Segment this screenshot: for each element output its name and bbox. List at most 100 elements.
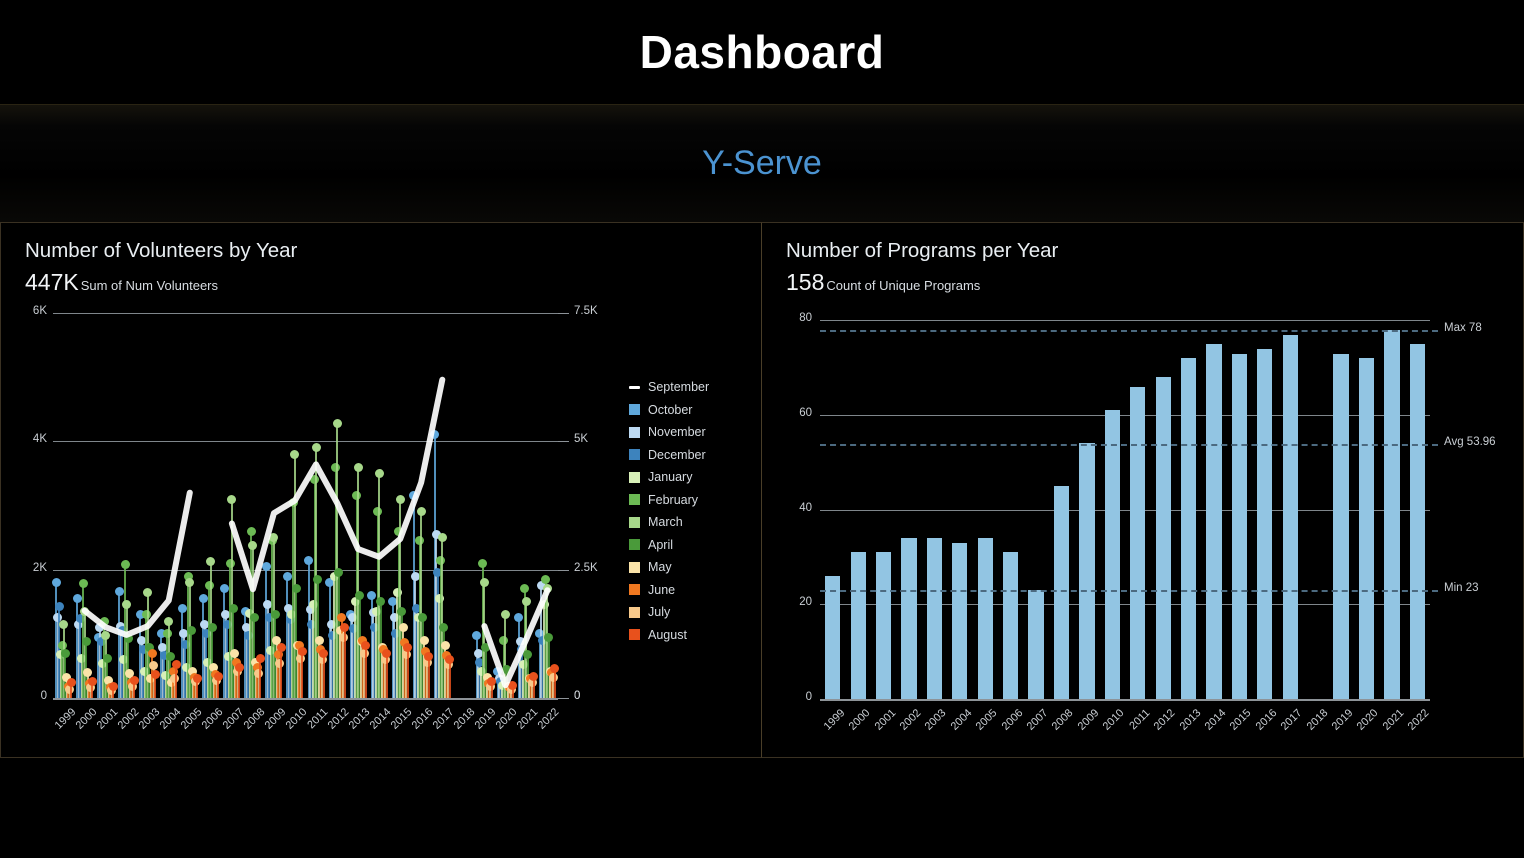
bar[interactable] [1079, 443, 1095, 699]
august-swatch-icon [629, 629, 640, 641]
bar[interactable] [850, 552, 866, 699]
reference-line [820, 329, 1438, 332]
x-axis-tick-label: 2008 [1050, 707, 1076, 733]
bar[interactable] [1282, 334, 1298, 699]
x-axis-tick-label: 2009 [1075, 707, 1102, 733]
april-swatch-icon [629, 539, 640, 551]
bar[interactable] [1206, 344, 1222, 699]
programs-plot-area[interactable]: 0 20 40 60 80 Max 78 Avg 53.96 Min 23 1999 2000 20… [762, 223, 1524, 759]
bar[interactable] [1409, 344, 1425, 699]
bar[interactable] [1028, 590, 1044, 699]
legend-label: February [648, 492, 699, 507]
x-axis-line [820, 699, 1430, 701]
reference-line [820, 590, 1438, 593]
july-swatch-icon [629, 606, 640, 618]
legend-label: November [648, 425, 706, 440]
panel-row: Number of Volunteers by Year 447K Sum of… [0, 222, 1524, 758]
programs-panel[interactable]: Number of Programs per Year 158 Count of… [762, 222, 1524, 758]
legend-item-january[interactable]: January [629, 466, 759, 489]
x-axis-tick-label: 2018 [1304, 707, 1331, 733]
legend-item-december[interactable]: December [629, 444, 759, 467]
bar[interactable] [926, 538, 942, 699]
legend-item-october[interactable]: October [629, 399, 759, 422]
x-axis-tick-label: 2021 [1380, 707, 1407, 733]
x-axis-tick-label: 2020 [1355, 707, 1381, 733]
legend-item-august[interactable]: August [629, 624, 759, 647]
legend-label: May [648, 560, 672, 575]
legend-label: March [648, 515, 683, 530]
reference-line-label: Avg 53.96 [1444, 435, 1496, 448]
may-swatch-icon [629, 561, 640, 573]
reference-line-label: Min 23 [1444, 582, 1479, 595]
legend-item-april[interactable]: April [629, 534, 759, 557]
x-axis-tick-label: 2000 [846, 707, 873, 733]
bar[interactable] [1333, 353, 1349, 699]
november-swatch-icon [629, 426, 640, 438]
x-axis-tick-label: 2019 [1329, 707, 1356, 733]
bar[interactable] [1155, 377, 1171, 699]
volunteers-legend[interactable]: September October November December January F… [629, 376, 759, 646]
legend-item-june[interactable]: June [629, 579, 759, 602]
x-axis-tick-label: 2002 [897, 707, 924, 733]
legend-label: July [648, 605, 671, 620]
bar[interactable] [1104, 410, 1120, 699]
bar[interactable] [1358, 358, 1375, 699]
bar[interactable] [825, 575, 841, 699]
y-axis-tick-label: 20 [799, 596, 812, 609]
bar[interactable] [1180, 358, 1197, 699]
bar[interactable] [952, 542, 968, 699]
legend-label: April [648, 537, 674, 552]
x-axis-tick-label: 2013 [1177, 707, 1204, 733]
y-axis-tick-label: 60 [799, 407, 812, 420]
bar[interactable] [1231, 353, 1247, 699]
y-axis-tick-label: 0 [805, 691, 812, 703]
legend-label: August [648, 627, 687, 642]
bar[interactable] [1257, 348, 1273, 699]
legend-item-november[interactable]: November [629, 421, 759, 444]
reference-line [820, 443, 1438, 446]
bar[interactable] [1384, 329, 1400, 699]
x-axis-tick-label: 2006 [999, 707, 1026, 733]
x-axis-tick-label: 2016 [1253, 707, 1280, 733]
legend-label: September [648, 380, 710, 395]
december-swatch-icon [629, 449, 640, 461]
x-axis-tick-label: 2012 [1151, 707, 1178, 733]
bar[interactable] [1130, 386, 1146, 699]
volunteers-panel[interactable]: Number of Volunteers by Year 447K Sum of… [0, 222, 762, 758]
y-axis-tick-label: 80 [799, 312, 812, 325]
x-axis-tick-label: 1999 [821, 707, 848, 733]
x-axis-tick-label: 2004 [948, 707, 975, 733]
legend-item-may[interactable]: May [629, 556, 759, 579]
x-axis-tick-label: 2005 [973, 707, 1000, 733]
x-axis-tick-label: 2015 [1228, 707, 1254, 733]
legend-label: October [648, 402, 693, 417]
x-axis-tick-label: 2011 [1126, 707, 1153, 733]
x-axis-tick-label: 2017 [1278, 707, 1305, 733]
june-swatch-icon [629, 584, 640, 596]
x-axis-tick-label: 2003 [923, 707, 949, 733]
bar[interactable] [1053, 486, 1070, 699]
legend-item-february[interactable]: February [629, 489, 759, 512]
legend-item-september[interactable]: September [629, 376, 759, 399]
y-axis-tick-label: 40 [799, 501, 812, 514]
bar[interactable] [977, 538, 993, 699]
x-axis-tick-label: 2022 [1405, 707, 1432, 733]
reference-line-label: Max 78 [1444, 321, 1482, 334]
september-swatch-icon [629, 385, 640, 389]
october-swatch-icon [629, 404, 640, 416]
bar[interactable] [875, 552, 892, 699]
gridline [820, 320, 1430, 322]
legend-item-july[interactable]: July [629, 601, 759, 624]
x-axis-tick-label: 2010 [1100, 707, 1127, 733]
march-swatch-icon [629, 516, 640, 528]
x-axis-tick-label: 2007 [1024, 707, 1051, 733]
legend-label: December [648, 447, 706, 462]
legend-item-march[interactable]: March [629, 511, 759, 534]
x-axis-right-zero-label: 0 [574, 690, 581, 702]
report-subheader: Y-Serve [0, 104, 1524, 222]
bar[interactable] [1003, 552, 1019, 699]
x-axis-tick-label: 2001 [872, 707, 899, 733]
dashboard-banner: Dashboard [0, 0, 1524, 104]
bar[interactable] [901, 538, 917, 699]
x-axis-tick-label: 2014 [1202, 707, 1229, 733]
